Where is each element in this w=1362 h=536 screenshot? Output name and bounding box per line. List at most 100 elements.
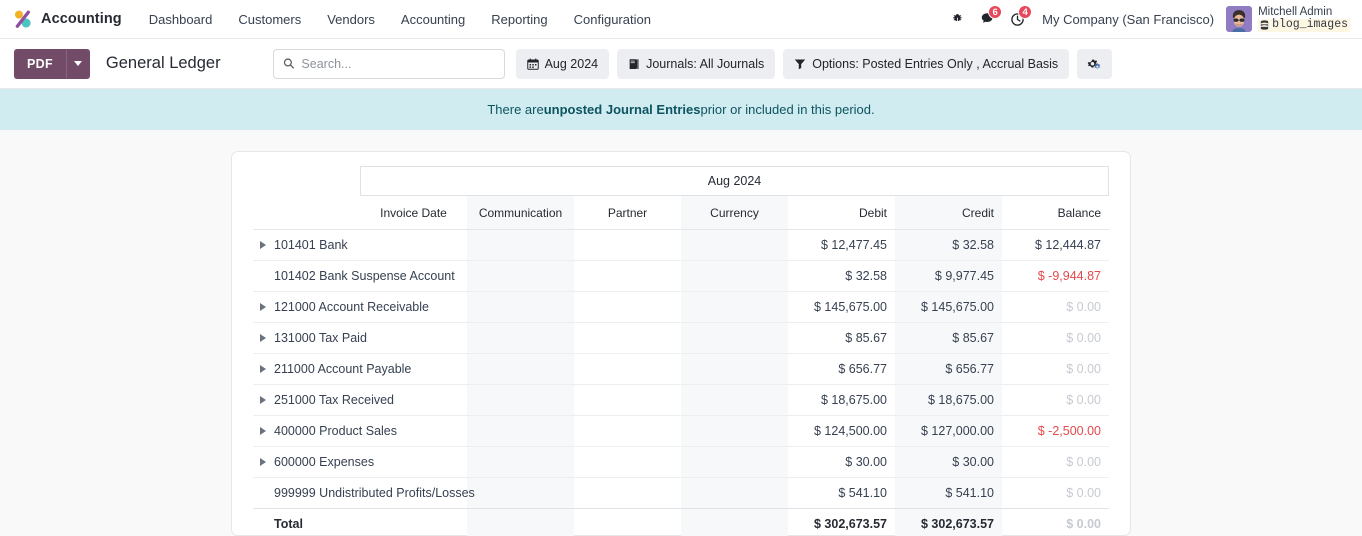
menu-item-dashboard[interactable]: Dashboard xyxy=(136,3,226,36)
account-label: Total xyxy=(274,517,303,531)
account-label[interactable]: 211000 Account Payable xyxy=(274,362,411,376)
cell-currency xyxy=(681,446,788,478)
cell-communication xyxy=(467,415,574,447)
menu-item-configuration[interactable]: Configuration xyxy=(561,3,664,36)
cell-credit: $ 9,977.45 xyxy=(895,260,1002,292)
navbar-right-cluster: 6 4 My Company (San Francisco) Mitchell … xyxy=(942,4,1352,34)
cell-balance: $ 0.00 xyxy=(1066,486,1101,500)
cell-partner xyxy=(574,447,681,478)
caret-down-icon xyxy=(74,61,83,66)
cell-communication xyxy=(467,446,574,478)
brand-home-link[interactable]: Accounting xyxy=(8,8,136,30)
expand-caret-icon[interactable] xyxy=(259,365,267,373)
cell-invoice-date xyxy=(360,508,467,536)
col-header-credit: Credit xyxy=(895,196,1002,230)
col-header-balance: Balance xyxy=(1057,206,1101,220)
table-row: 101402 Bank Suspense Account $ 32.58 $ 9,9… xyxy=(253,260,1109,292)
date-filter-button[interactable]: Aug 2024 xyxy=(515,48,610,79)
col-header-partner: Partner xyxy=(607,206,648,220)
account-label[interactable]: 121000 Account Receivable xyxy=(274,300,429,314)
table-head: Aug 2024 Invoice Date Communication Part… xyxy=(253,166,1109,230)
table-row: 999999 Undistributed Profits/Losses $ 541… xyxy=(253,477,1109,509)
messages-icon[interactable]: 6 xyxy=(972,4,1003,34)
expand-caret-icon[interactable] xyxy=(259,427,267,435)
cell-currency xyxy=(681,229,788,261)
cell-communication xyxy=(467,229,574,261)
period-label: Aug 2024 xyxy=(360,166,1109,196)
report-settings-button[interactable] xyxy=(1077,48,1113,79)
company-switcher[interactable]: My Company (San Francisco) xyxy=(1032,12,1226,27)
pdf-button-group: PDF xyxy=(14,48,90,79)
menu-item-vendors[interactable]: Vendors xyxy=(314,3,388,36)
account-label[interactable]: 131000 Tax Paid xyxy=(274,331,367,345)
cell-communication xyxy=(467,384,574,416)
odoo-accounting-logo-icon xyxy=(12,8,34,30)
column-header-row: Invoice Date Communication Partner Curre… xyxy=(253,196,1109,230)
menu-item-accounting[interactable]: Accounting xyxy=(388,3,478,36)
account-label[interactable]: 101401 Bank xyxy=(274,238,348,252)
cell-communication xyxy=(467,322,574,354)
cell-credit: $ 32.58 xyxy=(895,229,1002,261)
cell-credit: $ 145,675.00 xyxy=(895,291,1002,323)
pdf-export-button[interactable]: PDF xyxy=(14,48,66,79)
cell-partner xyxy=(574,323,681,354)
cell-currency xyxy=(681,508,788,536)
account-label[interactable]: 251000 Tax Received xyxy=(274,393,394,407)
menu-item-reporting[interactable]: Reporting xyxy=(478,3,560,36)
cell-partner xyxy=(574,416,681,447)
cell-communication xyxy=(467,291,574,323)
expand-caret-icon[interactable] xyxy=(259,334,267,342)
user-menu[interactable]: Mitchell Admin blog_images xyxy=(1226,6,1352,32)
table-body: 101401 Bank $ 12,477.45 $ 32.58 $ 12,444.87… xyxy=(253,229,1109,536)
cell-account: 600000 Expenses xyxy=(253,447,374,478)
cell-balance: $ 0.00 xyxy=(1066,393,1101,407)
cell-balance: $ 0.00 xyxy=(1002,508,1109,536)
cell-debit: $ 85.67 xyxy=(845,331,887,345)
cell-balance: $ -9,944.87 xyxy=(1037,269,1101,283)
report-filters: Aug 2024 Journals: All Journals Options:… xyxy=(515,48,1113,79)
expand-caret-icon[interactable] xyxy=(259,458,267,466)
report-area: Aug 2024 Invoice Date Communication Part… xyxy=(0,130,1362,536)
cell-currency xyxy=(681,291,788,323)
cell-balance: $ 0.00 xyxy=(1066,300,1101,314)
cell-debit: $ 302,673.57 xyxy=(788,508,895,536)
cell-credit: $ 656.77 xyxy=(895,353,1002,385)
account-label[interactable]: 101402 Bank Suspense Account xyxy=(274,269,455,283)
cell-account: 101401 Bank xyxy=(253,230,360,261)
menu-item-customers[interactable]: Customers xyxy=(225,3,314,36)
cell-currency xyxy=(681,322,788,354)
cell-communication xyxy=(467,353,574,385)
pdf-dropdown-toggle[interactable] xyxy=(65,48,90,79)
cell-partner xyxy=(574,385,681,416)
cell-credit: $ 302,673.57 xyxy=(895,508,1002,536)
calendar-icon xyxy=(526,57,539,70)
cell-partner xyxy=(574,261,681,292)
cell-balance: $ 0.00 xyxy=(1066,455,1101,469)
alert-prefix: There are xyxy=(487,102,544,117)
bug-icon[interactable] xyxy=(942,4,972,34)
expand-caret-icon[interactable] xyxy=(259,303,267,311)
account-label[interactable]: 999999 Undistributed Profits/Losses xyxy=(274,486,475,500)
search-icon xyxy=(283,58,294,69)
cell-account: 131000 Tax Paid xyxy=(253,323,367,354)
search-input[interactable] xyxy=(301,56,495,71)
cell-debit: $ 124,500.00 xyxy=(814,424,887,438)
cell-currency xyxy=(681,260,788,292)
period-header-row: Aug 2024 xyxy=(253,166,1109,196)
account-label[interactable]: 600000 Expenses xyxy=(274,455,374,469)
options-filter-button[interactable]: Options: Posted Entries Only , Accrual B… xyxy=(783,48,1070,79)
cell-currency xyxy=(681,384,788,416)
cell-partner xyxy=(574,508,681,536)
cell-account: 211000 Account Payable xyxy=(253,354,411,385)
activities-clock-icon[interactable]: 4 xyxy=(1002,4,1033,34)
cell-currency xyxy=(681,415,788,447)
top-navbar: Accounting Dashboard Customers Vendors A… xyxy=(0,0,1362,39)
table-row: 121000 Account Receivable $ 145,675.00 $ 1… xyxy=(253,291,1109,323)
journals-filter-button[interactable]: Journals: All Journals xyxy=(617,48,776,79)
expand-caret-icon[interactable] xyxy=(259,241,267,249)
expand-caret-icon[interactable] xyxy=(259,396,267,404)
cell-debit: $ 18,675.00 xyxy=(820,393,887,407)
period-header-cell: Aug 2024 xyxy=(360,166,1109,196)
account-label[interactable]: 400000 Product Sales xyxy=(274,424,397,438)
unposted-entries-alert: There are unposted Journal Entries prior… xyxy=(0,89,1362,130)
